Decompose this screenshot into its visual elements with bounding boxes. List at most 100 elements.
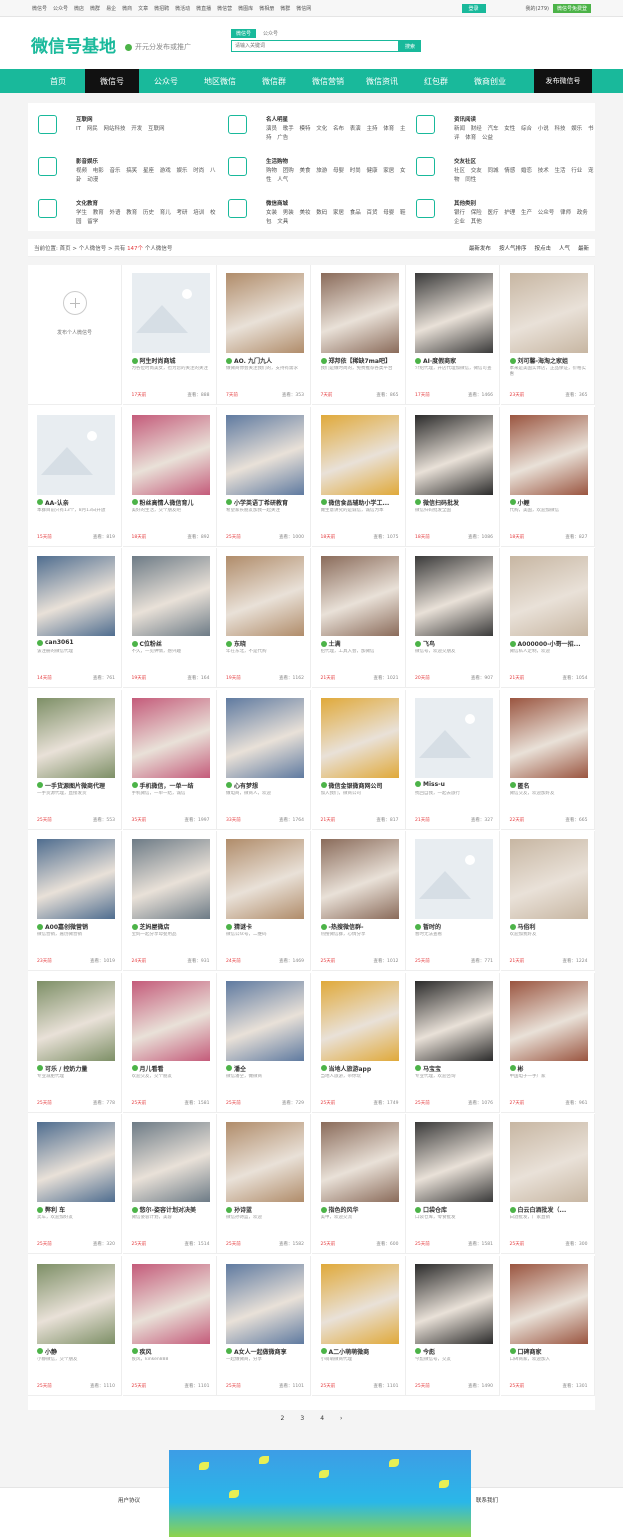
category-links[interactable]: 购物 团购 美食 旅游 母婴 时尚 健康 家居 女性 人气: [266, 167, 406, 185]
account-name[interactable]: 微信扫码批发: [415, 498, 495, 507]
account-name[interactable]: 口碑商家: [509, 1347, 590, 1356]
account-card[interactable]: 微信食品辅助小学工... 做生意讲究的是诚信，诚信为本 18天前 查看：1075: [311, 406, 406, 547]
account-name[interactable]: 当地人旅游app: [320, 1064, 401, 1073]
top-link[interactable]: 微相册: [259, 5, 274, 12]
category-title[interactable]: 交友社区: [454, 157, 476, 165]
top-link[interactable]: 文章: [138, 5, 148, 12]
avatar[interactable]: [131, 556, 210, 636]
account-name[interactable]: AI·度假商家: [415, 356, 495, 365]
avatar[interactable]: [415, 1122, 493, 1202]
avatar[interactable]: [226, 980, 304, 1061]
account-card[interactable]: 小鲤 代购，美国，欢迎加微信 18天前 查看：827: [500, 406, 595, 547]
account-card[interactable]: 土满 招代理，工具入会，加微信 21天前 查看：1021: [311, 548, 406, 688]
account-card[interactable]: C位粉丝 不久，一见钟情，感兴趣 19天前 查看：164: [122, 548, 217, 688]
avatar[interactable]: [415, 556, 493, 636]
account-name[interactable]: 土满: [320, 639, 401, 648]
nav-item[interactable]: 红包群: [409, 69, 463, 93]
avatar[interactable]: [320, 1122, 399, 1202]
nav-item[interactable]: 首页: [31, 69, 85, 93]
nav-item[interactable]: 微商创业: [463, 69, 517, 93]
account-name[interactable]: 刘可馨-海淘之家姐: [509, 356, 590, 365]
account-name[interactable]: 心有梦想: [226, 781, 306, 790]
account-card[interactable]: 暂时的 暂时无法查看 25天前 查看：771: [406, 831, 500, 971]
category-title[interactable]: 名人明星: [266, 115, 288, 123]
account-card[interactable]: 当地人旅游app 当地人旅游，带你玩 25天前 查看：1749: [311, 972, 406, 1113]
account-card[interactable]: 小学英语丁希研教育 希望家长朋友加我一起关注 25天前 查看：1000: [217, 406, 311, 547]
account-card[interactable]: -热搜微信群- 热搜微信群，心情分享 25天前 查看：1012: [311, 831, 406, 971]
account-card[interactable]: 月儿看看 欢迎交友，交个朋友 25天前 查看：1581: [122, 972, 217, 1113]
sort-option[interactable]: 按点击: [534, 244, 551, 252]
top-link[interactable]: 微招聘: [154, 5, 169, 12]
avatar[interactable]: [226, 273, 304, 353]
category-links[interactable]: IT 网民 网站科技 开发 互联网: [76, 125, 216, 134]
account-card[interactable]: 孙诗蓝 微信孙诗蓝，欢迎 25天前 查看：1582: [217, 1114, 311, 1254]
category-links[interactable]: 社区 交友 同城 情感 婚恋 技术 生活 行业 宠物 同性: [454, 167, 594, 185]
category-links[interactable]: 学生 教育 外语 教育 历史 育儿 考研 培训 校园 留学: [76, 209, 216, 227]
avatar[interactable]: [415, 697, 493, 778]
account-name[interactable]: Miss-u: [415, 781, 495, 788]
account-name[interactable]: 马俗利: [509, 922, 590, 931]
avatar[interactable]: [509, 839, 588, 919]
avatar[interactable]: [415, 414, 493, 495]
top-link[interactable]: 微群: [90, 5, 100, 12]
account-card[interactable]: 匿名 微信交友，欢迎加好友 22天前 查看：665: [500, 689, 595, 830]
footer-link-terms[interactable]: 用户协议: [118, 1496, 140, 1504]
avatar[interactable]: [415, 980, 493, 1061]
account-card[interactable]: 飞鸟 微信号，欢迎交朋友 20天前 查看：907: [406, 548, 500, 688]
avatar[interactable]: [320, 839, 399, 919]
avatar[interactable]: [226, 414, 304, 495]
avatar[interactable]: [509, 697, 588, 778]
account-card[interactable]: 一手货源图片微商代理 一手货源代理，直接发货 25天前 查看：553: [28, 689, 122, 830]
account-name[interactable]: 可乐 / 控奶力量: [37, 1064, 117, 1073]
sort-option[interactable]: 按人气排序: [499, 244, 527, 252]
top-link[interactable]: 微直播: [196, 5, 211, 12]
account-name[interactable]: 一手货源图片微商代理: [37, 781, 117, 790]
top-link[interactable]: 微信网: [296, 5, 311, 12]
account-name[interactable]: A000000-小哥一招...: [509, 639, 590, 648]
search-tab-public[interactable]: 公众号: [258, 29, 283, 38]
account-name[interactable]: can3061: [37, 639, 117, 646]
account-card[interactable]: 粉丝高情人微信育儿 美好的生活，交个朋友吧 18天前 查看：892: [122, 406, 217, 547]
account-name[interactable]: 东晓: [226, 639, 306, 648]
account-card[interactable]: 马宝宝 专业代理，欢迎咨询 25天前 查看：1076: [406, 972, 500, 1113]
avatar[interactable]: [226, 1122, 304, 1202]
account-name[interactable]: AO. 九门九人: [226, 356, 306, 365]
account-name[interactable]: 微信食品辅助小学工...: [320, 498, 401, 507]
nav-item[interactable]: 地区微信: [193, 69, 247, 93]
nav-item[interactable]: 微信营销: [301, 69, 355, 93]
footer-link-contact[interactable]: 联系我们: [476, 1496, 498, 1504]
account-name[interactable]: 彬: [509, 1064, 590, 1073]
account-name[interactable]: 飞鸟: [415, 639, 495, 648]
avatar[interactable]: [37, 980, 115, 1061]
account-card[interactable]: AO. 九门九人 做微商你会关注我们的，支持有需求 7天前 查看：353: [217, 265, 311, 405]
account-name[interactable]: 悠尔-姿容计划对决美: [131, 1205, 212, 1214]
banner-ad[interactable]: [169, 1450, 471, 1537]
avatar[interactable]: [131, 1263, 210, 1344]
top-link[interactable]: 微活动: [175, 5, 190, 12]
avatar[interactable]: [320, 414, 399, 495]
avatar[interactable]: [131, 1122, 210, 1202]
page-link[interactable]: 4: [320, 1415, 324, 1422]
category-links[interactable]: 女装 男装 美妆 数码 家居 食品 百货 母婴 鞋包 文具: [266, 209, 406, 227]
search-tab-wechat[interactable]: 微信号: [231, 29, 257, 38]
avatar[interactable]: [509, 980, 588, 1061]
category-title[interactable]: 资讯阅读: [454, 115, 476, 123]
account-card[interactable]: AI·度假商家 介绍代理，开店代理加微信，微信可查 17天前 查看：1466: [406, 265, 500, 405]
account-name[interactable]: 弊利 车: [37, 1205, 117, 1214]
account-name[interactable]: 猜谜卡: [226, 922, 306, 931]
account-card[interactable]: 指色的风华 美甲，欢迎交流 25天前 查看：600: [311, 1114, 406, 1254]
sort-option[interactable]: 最新: [578, 244, 589, 252]
site-logo[interactable]: 微信号基地: [31, 32, 116, 57]
account-name[interactable]: A00嘉创微营销: [37, 922, 117, 931]
account-name[interactable]: 口袋仓库: [415, 1205, 495, 1214]
account-card[interactable]: 猜谜卡 微信公众号，二维码 24天前 查看：1469: [217, 831, 311, 971]
avatar[interactable]: [226, 839, 304, 919]
avatar[interactable]: [131, 839, 210, 919]
avatar[interactable]: [37, 556, 115, 636]
top-link[interactable]: 微图库: [238, 5, 253, 12]
category-title[interactable]: 生活购物: [266, 157, 288, 165]
account-card[interactable]: 微信金银微商网公司 加入我们，微商公司 21天前 查看：817: [311, 689, 406, 830]
avatar[interactable]: [320, 980, 399, 1061]
account-card[interactable]: 疾风 疾风，kinken888 25天前 查看：1101: [122, 1255, 217, 1396]
account-name[interactable]: 白云白酒批发（...: [509, 1205, 590, 1214]
